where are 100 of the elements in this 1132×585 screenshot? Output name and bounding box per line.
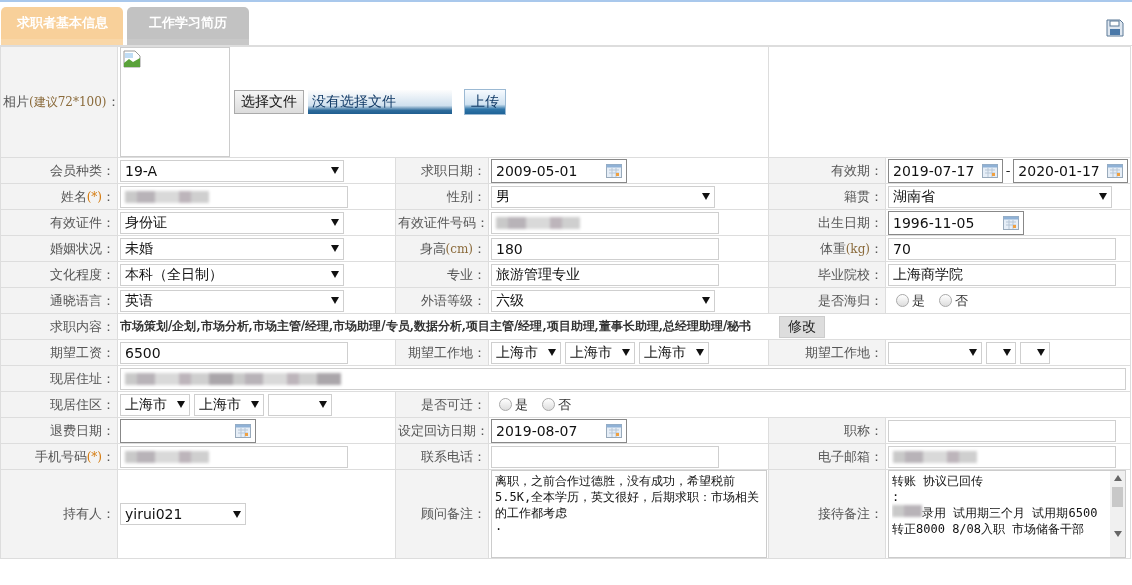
date-field[interactable] bbox=[120, 418, 256, 443]
caret-icon bbox=[331, 297, 339, 304]
scroll-thumb[interactable] bbox=[1112, 487, 1123, 507]
caret-icon bbox=[696, 349, 704, 356]
radio-button[interactable] bbox=[939, 294, 952, 307]
field-label: 有效期： bbox=[831, 162, 883, 178]
field-label: 体重(kg)： bbox=[819, 240, 883, 256]
radio-button[interactable] bbox=[542, 398, 555, 411]
field-label: 籍贯： bbox=[844, 188, 883, 204]
save-icon[interactable] bbox=[1106, 18, 1124, 37]
field-label: 手机号码(*)： bbox=[34, 448, 115, 464]
date-field[interactable]: 1996-11-05 bbox=[888, 210, 1024, 235]
job-intent-text: 市场策划/企划,市场分析,市场主管/经理,市场助理/专员,数据分析,项目主管/经理,项目助理,董事长助理,总经理助理/秘书 bbox=[120, 318, 752, 335]
radio-button[interactable] bbox=[499, 398, 512, 411]
input-field[interactable]: 上海商学院 bbox=[888, 263, 1116, 286]
dropdown[interactable]: 上海市 bbox=[565, 341, 635, 364]
range-separator: - bbox=[1005, 163, 1011, 178]
dropdown[interactable]: yirui021 bbox=[120, 503, 246, 525]
notes-textarea[interactable]: 转账 协议已回传 : 录用 试用期三个月 试用期6500 转正8000 8/08入职 市场储备干部 bbox=[888, 470, 1126, 558]
input-field[interactable]: 70 bbox=[888, 237, 1116, 260]
file-status: 没有选择文件 bbox=[308, 90, 452, 114]
calendar-icon[interactable] bbox=[981, 163, 998, 178]
calendar-icon[interactable] bbox=[235, 423, 251, 438]
dropdown[interactable]: 六级 bbox=[491, 289, 715, 312]
input-field[interactable] bbox=[120, 185, 348, 208]
field-label: 持有人： bbox=[63, 506, 115, 521]
input-field[interactable]: 6500 bbox=[120, 341, 348, 364]
date-field[interactable]: 2019-08-07 bbox=[491, 418, 627, 443]
caret-icon bbox=[1037, 349, 1045, 356]
field-label: 联系电话： bbox=[421, 448, 486, 464]
field-label: 会员种类： bbox=[50, 162, 115, 178]
radio-button[interactable] bbox=[896, 294, 909, 307]
caret-icon bbox=[622, 349, 630, 356]
choose-file-button[interactable]: 选择文件 bbox=[234, 90, 304, 114]
caret-icon bbox=[331, 219, 339, 226]
field-label: 求职日期： bbox=[421, 162, 486, 178]
input-field[interactable]: 旅游管理专业 bbox=[491, 263, 719, 286]
field-label: 外语等级： bbox=[421, 292, 486, 308]
caret-icon bbox=[702, 297, 710, 304]
dropdown[interactable]: 男 bbox=[491, 185, 715, 208]
dropdown[interactable] bbox=[986, 341, 1016, 364]
upload-button[interactable]: 上传 bbox=[464, 89, 506, 115]
input-field[interactable]: 180 bbox=[491, 237, 719, 260]
scroll-down-icon[interactable] bbox=[1113, 531, 1122, 537]
dropdown[interactable]: 上海市 bbox=[639, 341, 709, 364]
input-field[interactable] bbox=[491, 211, 719, 234]
field-label: 期望工资： bbox=[50, 344, 115, 360]
blurred-text bbox=[892, 505, 922, 517]
input-field[interactable] bbox=[120, 445, 348, 468]
input-field[interactable] bbox=[888, 445, 1116, 468]
caret-icon bbox=[319, 401, 327, 408]
field-label: 顾问备注： bbox=[421, 506, 486, 521]
notes-textarea[interactable]: 离职，之前合作过德胜，没有成功，希望税前5.5K,全本学历，英文很好，后期求职：市场相关的工作都考虑 · bbox=[491, 470, 767, 558]
field-label: 现居住址： bbox=[50, 370, 115, 386]
dropdown[interactable]: 上海市 bbox=[120, 393, 190, 416]
caret-icon bbox=[702, 193, 710, 200]
calendar-icon[interactable] bbox=[1107, 163, 1123, 178]
field-label: 电子邮箱： bbox=[818, 448, 883, 464]
dropdown[interactable]: 英语 bbox=[120, 289, 344, 312]
field-label: 文化程度： bbox=[50, 266, 115, 282]
field-label: 姓名(*)： bbox=[60, 188, 115, 204]
field-label: 通晓语言： bbox=[50, 292, 115, 308]
input-field[interactable] bbox=[888, 419, 1116, 442]
input-field[interactable] bbox=[491, 445, 719, 468]
radio-label[interactable]: 是 bbox=[515, 395, 528, 414]
field-label: 设定回访日期： bbox=[398, 422, 489, 438]
input-field[interactable] bbox=[120, 367, 1126, 390]
field-label: 性别： bbox=[447, 188, 486, 204]
field-label: 接待备注： bbox=[818, 506, 883, 521]
field-label: 现居住区： bbox=[50, 396, 115, 412]
field-label: 有效证件号码： bbox=[398, 214, 489, 230]
scrollbar[interactable] bbox=[1110, 471, 1125, 557]
scroll-up-icon[interactable] bbox=[1113, 475, 1122, 481]
caret-icon bbox=[1003, 349, 1011, 356]
calendar-icon[interactable] bbox=[606, 163, 622, 178]
field-label: 期望工作地： bbox=[408, 344, 486, 360]
field-label: 婚姻状况： bbox=[50, 240, 115, 256]
radio-label[interactable]: 否 bbox=[955, 291, 968, 310]
dropdown[interactable]: 19-A bbox=[120, 159, 344, 182]
dropdown[interactable]: 身份证 bbox=[120, 211, 344, 234]
field-label: 出生日期： bbox=[818, 214, 883, 230]
dropdown[interactable]: 上海市 bbox=[194, 393, 264, 416]
dropdown[interactable]: 上海市 bbox=[491, 341, 561, 364]
dropdown[interactable] bbox=[1020, 341, 1050, 364]
broken-image-icon bbox=[123, 50, 141, 68]
calendar-icon[interactable] bbox=[1003, 215, 1019, 230]
edit-button[interactable]: 修改 bbox=[779, 315, 826, 338]
caret-icon bbox=[177, 401, 185, 408]
caret-icon bbox=[331, 167, 339, 174]
date-field[interactable]: 2020-01-17 bbox=[1013, 158, 1128, 183]
date-field[interactable]: 2009-05-01 bbox=[491, 158, 627, 183]
field-label: 职称： bbox=[844, 422, 883, 438]
radio-label[interactable]: 是 bbox=[912, 291, 925, 310]
calendar-icon[interactable] bbox=[606, 423, 622, 438]
radio-label[interactable]: 否 bbox=[558, 395, 571, 414]
dropdown[interactable]: 湖南省 bbox=[888, 185, 1112, 208]
dropdown[interactable]: 未婚 bbox=[120, 237, 344, 260]
date-field[interactable]: 2019-07-17 bbox=[888, 158, 1003, 183]
dropdown[interactable]: 本科（全日制） bbox=[120, 263, 344, 286]
field-label: 有效证件： bbox=[50, 214, 115, 230]
